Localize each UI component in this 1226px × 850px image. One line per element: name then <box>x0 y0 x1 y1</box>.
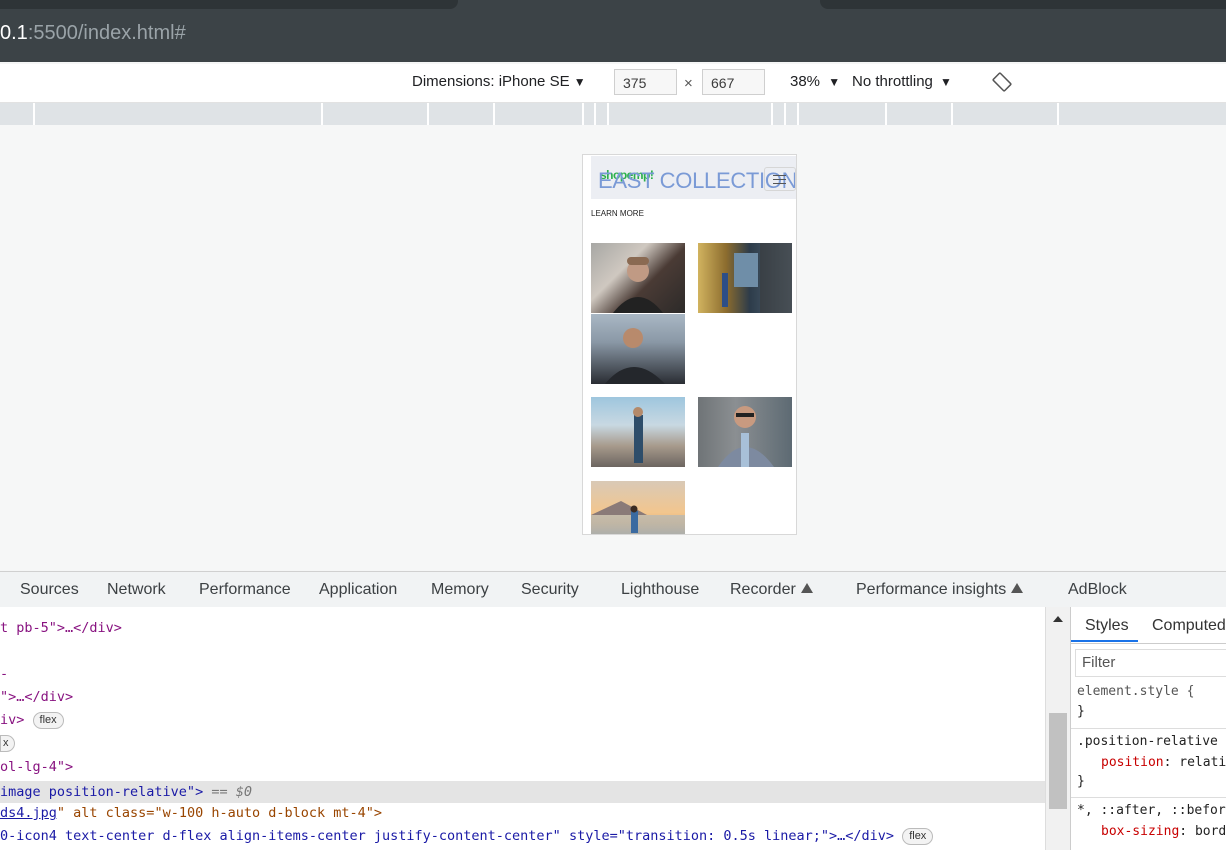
tab-application[interactable]: Application <box>319 581 397 599</box>
styles-filter-input[interactable]: Filter <box>1075 649 1226 677</box>
gallery-image[interactable] <box>591 397 685 467</box>
url-host: 0.1 <box>0 22 28 44</box>
zoom-dropdown[interactable]: 38% ▼ <box>790 73 840 90</box>
tab-lighthouse[interactable]: Lighthouse <box>621 581 699 599</box>
tab-styles[interactable]: Styles <box>1085 617 1129 635</box>
dimensions-label: Dimensions: iPhone SE <box>412 73 570 90</box>
dom-line-text: t pb-5">…</div> <box>0 620 122 636</box>
dom-line[interactable]: ">…</div> <box>0 689 73 711</box>
tab-network[interactable]: Network <box>107 581 166 599</box>
tab-performance[interactable]: Performance <box>199 581 291 599</box>
throttling-dropdown[interactable]: No throttling ▼ <box>852 73 952 90</box>
css-value: border-box <box>1194 824 1226 839</box>
dom-line-text: " alt class="w-100 h-auto d-block mt-4"> <box>56 805 383 821</box>
rule-close: } <box>1077 704 1085 719</box>
times-sign: × <box>684 75 693 92</box>
rule-close: } <box>1077 774 1085 789</box>
tab-security[interactable]: Security <box>521 581 579 599</box>
gallery-image[interactable] <box>591 243 685 313</box>
elements-scrollbar[interactable] <box>1045 607 1070 850</box>
gallery-image[interactable] <box>591 481 685 534</box>
dom-line[interactable]: iv> flex <box>0 712 64 734</box>
tab-performance-insights[interactable]: Performance insights <box>856 581 1024 599</box>
device-toolbar: Dimensions: iPhone SE ▼ 375 × 667 38% ▼ … <box>0 64 1226 103</box>
throttling-label: No throttling <box>852 73 933 90</box>
dom-line-text: image position-relative"> <box>0 784 204 800</box>
dom-selected-marker: == $0 <box>203 784 252 800</box>
media-query-ruler[interactable] <box>0 103 1226 125</box>
rule-selector[interactable]: .position-relative <box>1077 734 1218 749</box>
flex-badge[interactable]: flex <box>32 712 64 729</box>
dimensions-dropdown[interactable]: Dimensions: iPhone SE ▼ <box>412 73 586 90</box>
rule-declaration[interactable]: position: relative <box>1101 755 1226 770</box>
dom-line-text: iv> <box>0 712 25 728</box>
browser-topbar: 0.1:5500/index.html# <box>0 0 1226 62</box>
rule-selector[interactable]: *, ::after, ::before <box>1077 803 1226 818</box>
dom-line[interactable]: - <box>0 666 8 688</box>
rotate-icon[interactable] <box>992 72 1012 96</box>
menu-icon[interactable] <box>764 167 796 191</box>
rule-declaration[interactable]: box-sizing: border-box <box>1101 824 1226 839</box>
dom-line[interactable]: ol-lg-4"> <box>0 759 73 781</box>
dropdown-arrow-icon: ▼ <box>573 75 586 89</box>
tab-memory[interactable]: Memory <box>431 581 489 599</box>
css-value: relative <box>1179 755 1226 770</box>
css-property: box-sizing <box>1101 824 1180 839</box>
gallery-image[interactable] <box>698 243 792 313</box>
tab-sources[interactable]: Sources <box>20 581 79 599</box>
dom-line[interactable]: ds4.jpg" alt class="w-100 h-auto d-block… <box>0 805 382 827</box>
styles-tabbar: Styles Computed <box>1071 607 1226 644</box>
css-property: position <box>1101 755 1164 770</box>
dom-line[interactable]: t pb-5">…</div> <box>0 620 122 642</box>
gallery-image[interactable] <box>698 397 792 467</box>
height-input[interactable]: 667 <box>702 69 765 95</box>
element-style-selector[interactable]: element.style { <box>1077 684 1194 699</box>
browser-tab[interactable] <box>820 0 1226 9</box>
dom-line[interactable]: 0-icon4 text-center d-flex align-items-c… <box>0 828 934 850</box>
zoom-label: 38% <box>790 73 821 90</box>
dom-line-selected[interactable]: image position-relative"> == $0 <box>0 781 1045 803</box>
device-viewport[interactable]: shopemp! EAST COLLECTION LEARN MORE <box>582 154 797 535</box>
tab-computed[interactable]: Computed <box>1152 617 1226 635</box>
address-bar[interactable]: 0.1:5500/index.html# <box>0 22 186 45</box>
scroll-thumb[interactable] <box>1049 713 1067 809</box>
browser-tab[interactable] <box>0 0 458 9</box>
dom-line-text: 0-icon4 text-center d-flex align-items-c… <box>0 828 895 844</box>
flask-icon <box>800 583 813 593</box>
tab-adblock[interactable]: AdBlock <box>1068 581 1127 599</box>
flask-icon <box>1011 583 1024 593</box>
dom-line-text: ">…</div> <box>0 689 74 705</box>
scroll-up-icon[interactable] <box>1053 616 1063 622</box>
image-src-link[interactable]: ds4.jpg <box>0 805 57 821</box>
gallery-image[interactable] <box>591 314 685 384</box>
elements-panel[interactable]: t pb-5">…</div> - ">…</div> iv> flex x o… <box>0 607 1045 850</box>
url-path: :5500/index.html# <box>27 22 186 44</box>
flex-badge[interactable]: x <box>0 735 15 752</box>
tab-strip <box>0 0 1226 14</box>
dom-line-text: ol-lg-4"> <box>0 759 74 775</box>
learn-more-link[interactable]: LEARN MORE <box>591 209 644 218</box>
tab-recorder[interactable]: Recorder <box>730 581 813 599</box>
flex-badge[interactable]: flex <box>902 828 934 845</box>
dropdown-arrow-icon: ▼ <box>940 75 952 89</box>
dom-line[interactable]: x <box>0 735 15 757</box>
dom-line[interactable] <box>6 598 13 620</box>
tab-recorder-label: Recorder <box>730 581 796 598</box>
width-input[interactable]: 375 <box>614 69 677 95</box>
devtools-tabbar: Sources Network Performance Application … <box>0 571 1226 608</box>
styles-panel: Styles Computed Filter element.style { }… <box>1070 607 1226 850</box>
dropdown-arrow-icon: ▼ <box>828 75 841 89</box>
tab-performance-insights-label: Performance insights <box>856 581 1007 598</box>
